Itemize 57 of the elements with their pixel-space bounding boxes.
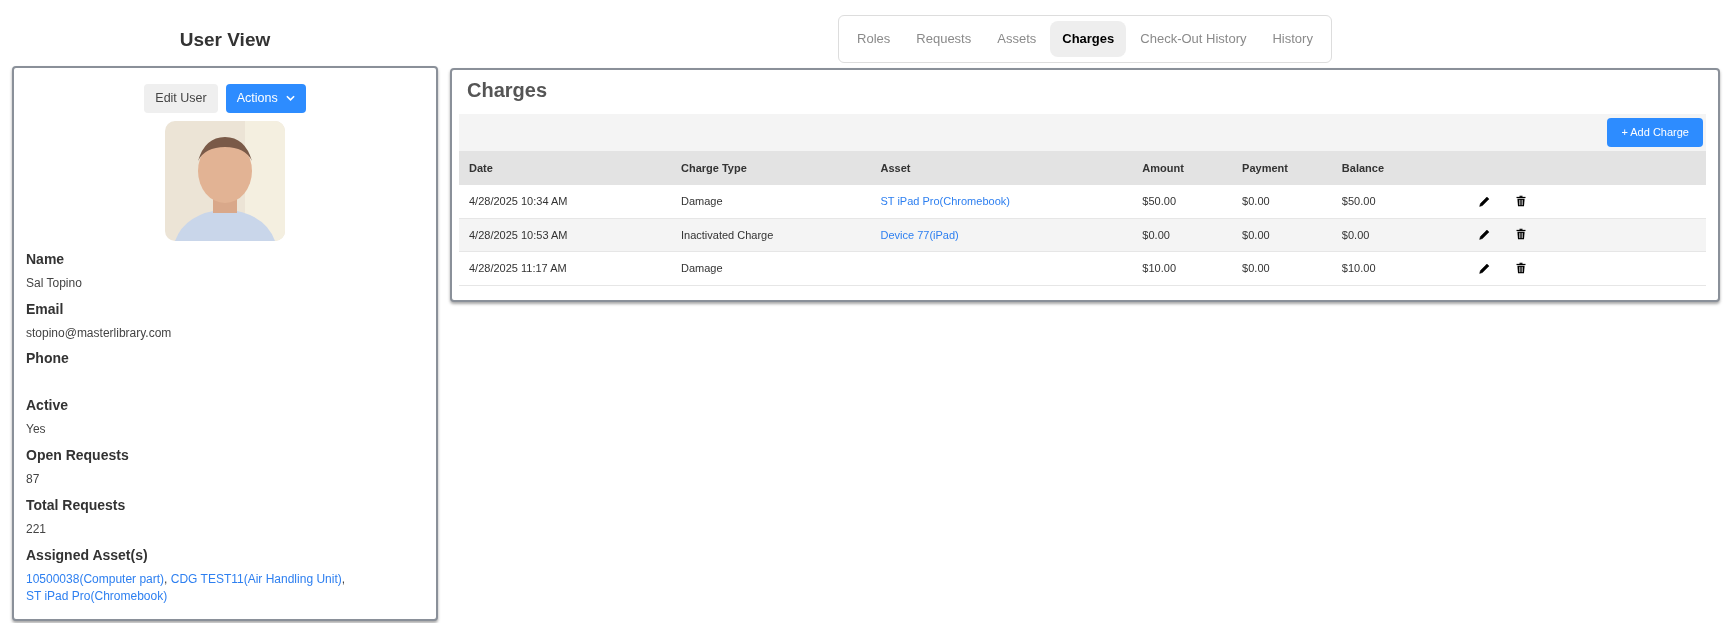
table-cell: 4/28/2025 10:34 AM [459,185,671,218]
field-value: Yes [26,421,47,439]
link-separator: , [164,571,168,586]
table-cell: 4/28/2025 11:17 AM [459,251,671,285]
delete-icon[interactable] [1515,261,1528,274]
tab[interactable]: Roles [845,21,903,57]
column-header: Payment [1232,150,1332,185]
field-label: Total Requests [26,495,127,515]
asset-link[interactable]: ST iPad Pro(Chromebook) [26,588,168,603]
table-cell: $0.00 [1331,218,1445,252]
field-label: Email [26,299,65,319]
field-label: Assigned Asset(s) [26,545,149,565]
field-value: 87 [26,471,41,488]
section-title: Charges [466,78,549,103]
edit-user-button[interactable]: Edit User [144,84,218,113]
field-label: Open Requests [26,446,130,466]
table-cell: $10.00 [1331,251,1445,285]
table-cell: Damage [671,185,871,218]
tab[interactable]: Charges [1050,21,1127,57]
tab[interactable]: Check-Out History [1128,21,1259,57]
column-header: Asset [870,150,1133,185]
column-header: Date [459,150,671,185]
table-cell: $50.00 [1132,185,1233,218]
field-value: Sal Topino [26,274,83,292]
page-title: User View [178,27,272,52]
field-value: stopino@masterlibrary.com [26,324,173,342]
table-cell: $10.00 [1132,251,1233,285]
table-cell: Damage [671,251,871,285]
column-header: Charge Type [671,150,871,185]
field-value: 221 [26,520,48,538]
table-cell: $0.00 [1232,251,1332,285]
asset-link[interactable]: Device 77(iPad) [880,228,959,241]
field-label: Phone [26,349,70,369]
edit-icon[interactable] [1478,261,1492,275]
column-header: Balance [1331,150,1445,185]
edit-icon[interactable] [1478,228,1492,242]
edit-icon[interactable] [1478,194,1492,208]
add-charge-button[interactable]: + Add Charge [1607,118,1703,147]
table-cell: Inactivated Charge [671,218,871,252]
column-header: Amount [1132,150,1233,185]
field-label: Name [26,249,66,269]
link-separator: , [341,571,346,586]
table-cell: $0.00 [1232,218,1332,252]
delete-icon[interactable] [1515,194,1528,207]
asset-link[interactable]: ST iPad Pro(Chromebook) [880,195,1010,207]
caret-icon [285,95,295,102]
asset-link[interactable]: CDG TEST11(Air Handling Unit) [170,571,342,586]
table-cell: 4/28/2025 10:53 AM [459,218,671,252]
table-cell: $50.00 [1331,185,1445,218]
tab[interactable]: History [1260,21,1325,57]
delete-icon[interactable] [1515,228,1528,241]
tab[interactable]: Requests [904,21,984,57]
tab[interactable]: Assets [985,21,1049,57]
field-label: Active [26,396,70,416]
table-cell: $0.00 [1132,218,1233,252]
table-cell: $0.00 [1232,185,1332,218]
actions-dropdown[interactable]: Actions [225,84,306,113]
